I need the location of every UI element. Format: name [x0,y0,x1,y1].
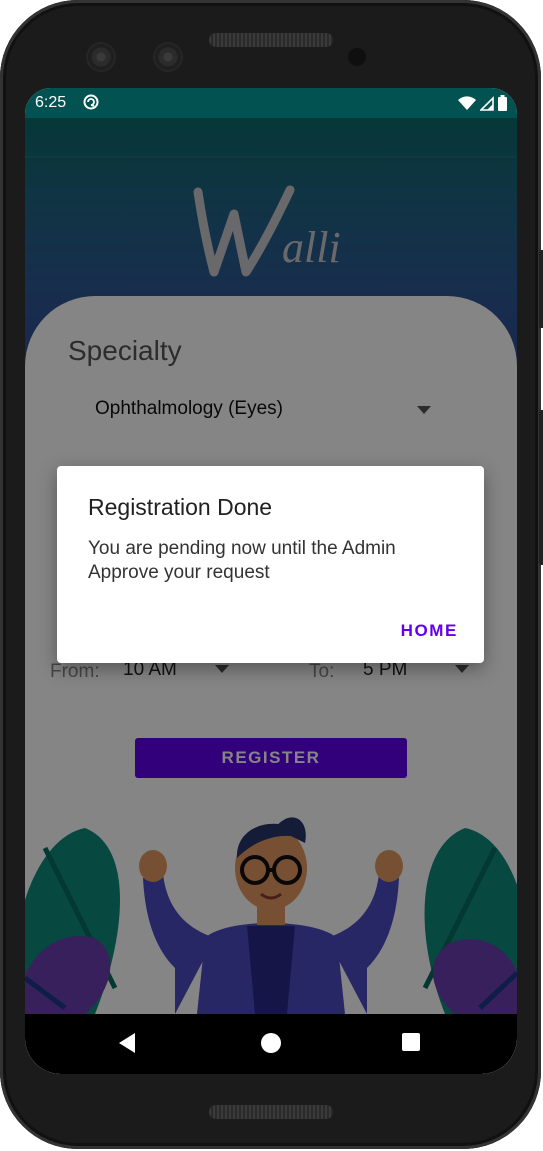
front-camera-icon [88,44,114,70]
notification-icon [83,94,99,110]
screen: 6:25 alli Specialty Ophthalmology (Eyes)… [25,88,517,1074]
registration-dialog: Registration Done You are pending now un… [57,466,484,663]
phone-frame: 6:25 alli Specialty Ophthalmology (Eyes)… [0,0,543,1149]
signal-icon [480,95,494,111]
earpiece-speaker [209,33,333,47]
back-icon[interactable] [117,1032,137,1054]
status-bar: 6:25 [25,88,517,118]
volume-button [539,410,543,565]
home-button[interactable]: HOME [395,617,464,645]
battery-icon [498,95,507,111]
status-time: 6:25 [35,94,67,111]
power-button [539,250,543,328]
bottom-speaker [209,1105,333,1119]
navigation-bar [25,1014,517,1074]
home-icon[interactable] [260,1032,282,1054]
front-camera-icon [155,44,181,70]
wifi-icon [458,95,476,110]
dialog-title: Registration Done [88,494,273,520]
sensor-icon [348,48,366,66]
status-icons [458,95,507,111]
dialog-message: You are pending now until the Admin Appr… [88,538,396,583]
recents-icon[interactable] [401,1032,421,1052]
